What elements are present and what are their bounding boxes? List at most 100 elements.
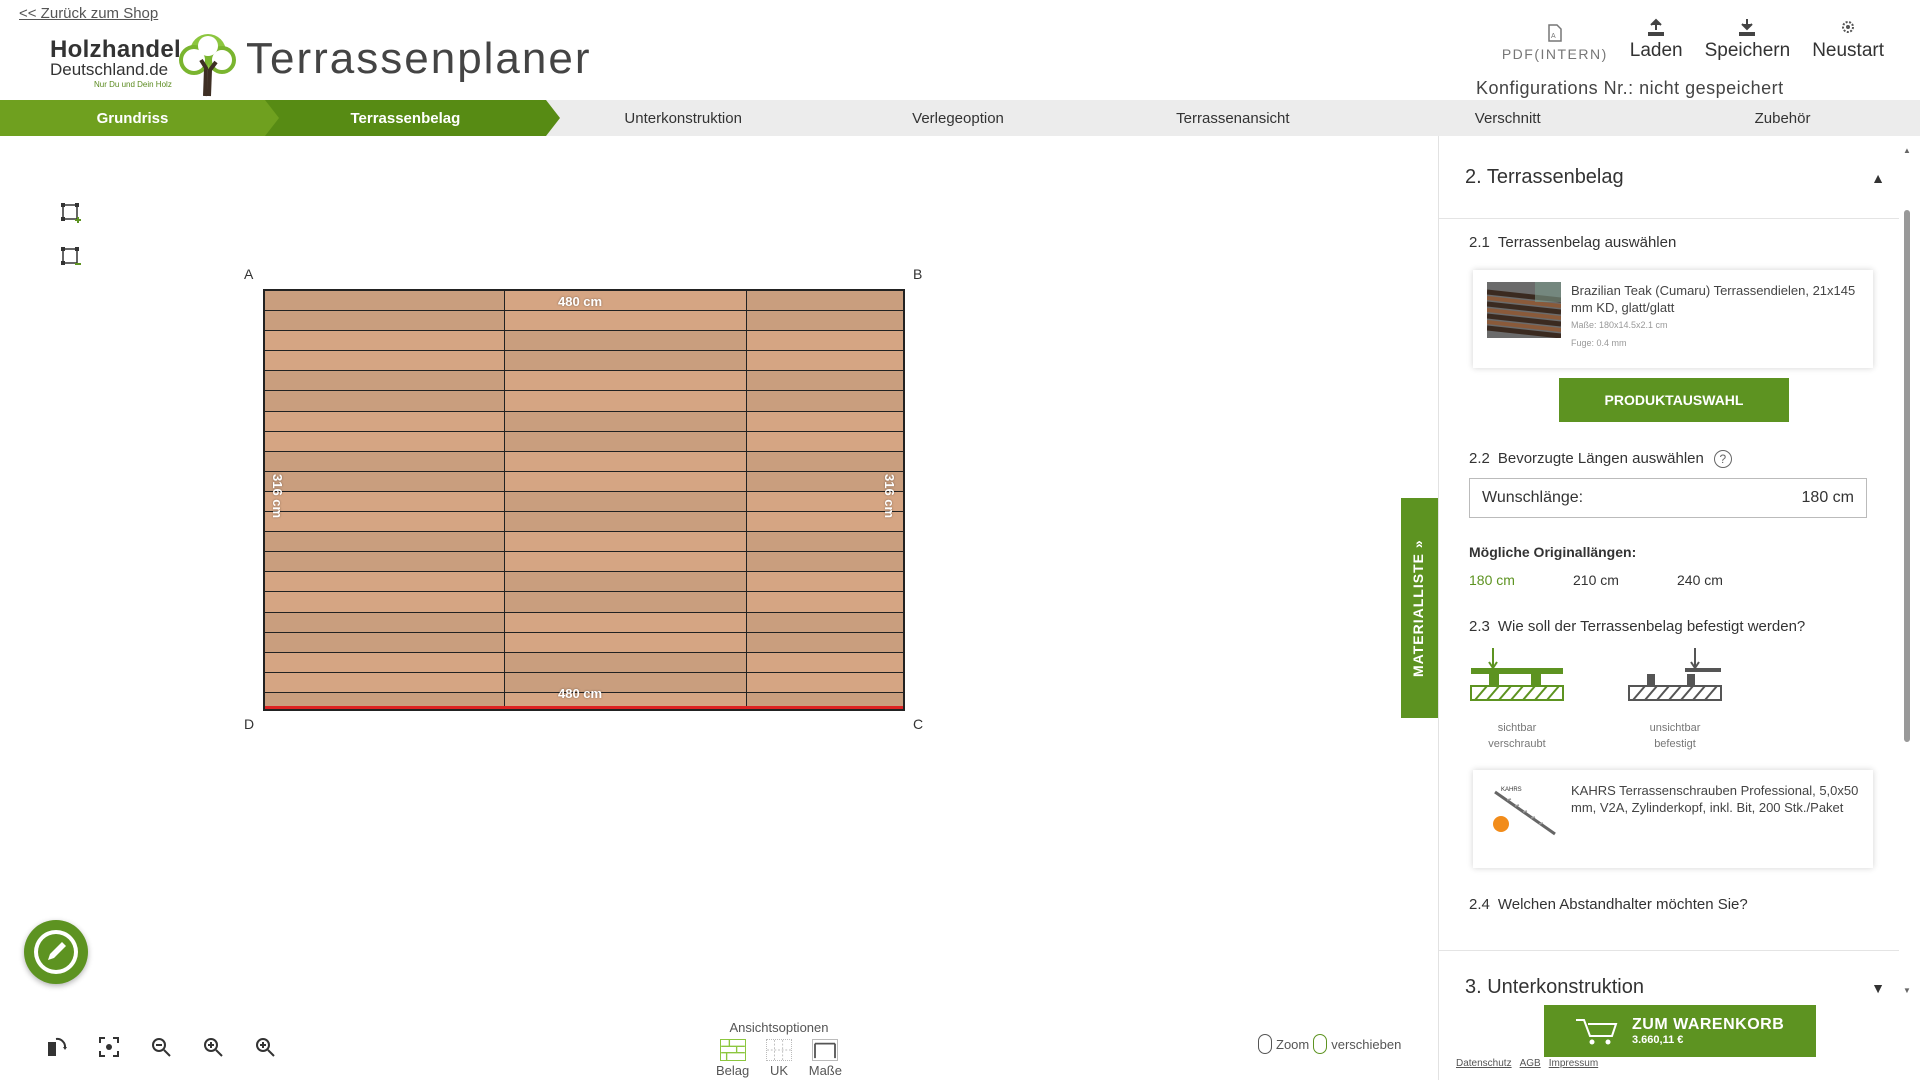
scrollbar-thumb[interactable] [1904,210,1910,742]
fixing-options: sichtbar verschraubt unsichtbar befestigt [1469,646,1723,752]
agb-link[interactable]: AGB [1520,1058,1541,1069]
imprint-link[interactable]: Impressum [1549,1058,1598,1069]
to-cart-button[interactable]: ZUM WARENKORB 3.660,11 € [1544,1005,1816,1057]
step-verlegeoption[interactable]: Verlegeoption [821,100,1096,136]
rotate-icon[interactable] [46,1036,68,1058]
panel-scrollbar[interactable]: ▲ ▼ [1902,146,1912,995]
planner-canvas[interactable]: A B C D 480 cm 480 cm 316 cm 316 cm MATE… [0,136,1439,1080]
fixing-hidden-l1: unsichtbar [1649,722,1701,734]
plank [265,371,505,391]
plank [505,572,747,592]
length-option-210[interactable]: 210 cm [1573,572,1641,588]
plank [505,391,747,411]
plank [505,491,747,512]
pdf-intern-button[interactable]: A PDF(INTERN) [1502,24,1608,62]
plank [265,612,505,632]
product-selection-button[interactable]: PRODUKTAUSWAHL [1559,378,1789,422]
step-grundriss[interactable]: Grundriss [0,100,279,136]
plank [265,632,505,652]
desired-length-label: Wunschlänge: [1482,489,1584,506]
view-option-uk[interactable]: UK [766,1039,792,1078]
logo: Holzhandel Deutschland.de Nur Du und Dei… [48,30,238,100]
plank [265,592,505,612]
section-3-title: 3. Unterkonstruktion [1465,976,1644,998]
visible-screw-icon [1470,648,1564,701]
scroll-up-icon[interactable]: ▲ [1902,146,1912,155]
desired-length-field[interactable]: Wunschlänge: 180 cm [1469,478,1867,518]
plank [505,552,747,572]
plank [505,431,747,451]
zoom-out-icon[interactable] [150,1036,172,1058]
chevron-down-icon: ▼ [1871,979,1885,996]
fixing-option-visible[interactable]: sichtbar verschraubt [1469,646,1565,752]
step-navigation: Grundriss Terrassenbelag Unterkonstrukti… [0,100,1920,136]
privacy-link[interactable]: Datenschutz [1456,1058,1512,1069]
fit-view-icon[interactable] [98,1036,120,1058]
fixing-option-hidden[interactable]: unsichtbar befestigt [1627,646,1723,752]
section-3-header[interactable]: 3. Unterkonstruktion ▼ [1465,976,1885,999]
save-label: Speichern [1704,40,1791,61]
plank-row [265,612,903,633]
step-unterkonstruktion[interactable]: Unterkonstruktion [546,100,821,136]
pencil-icon [34,930,78,974]
section-2-title: 2. Terrassenbelag [1465,166,1624,188]
remove-corner-icon[interactable] [60,246,82,268]
plank [265,411,505,431]
mouse-hint-zoom: Zoom [1276,1036,1310,1052]
height-label-left: 316 cm [270,474,285,519]
restart-button[interactable]: Neustart [1812,18,1884,62]
plank [505,632,747,652]
step-terrassenbelag[interactable]: Terrassenbelag [264,100,560,136]
back-to-shop-link[interactable]: << Zurück zum Shop [19,5,158,22]
screw-product-card[interactable]: KAHRS KAHRS Terrassenschrauben Professio… [1473,770,1873,868]
plank-row [265,572,903,593]
length-option-180[interactable]: 180 cm [1469,572,1537,588]
step-terrassenansicht[interactable]: Terrassenansicht [1095,100,1370,136]
step-2-3-label: Wie soll der Terrassenbelag befestigt we… [1497,618,1806,635]
config-panel: ▲ ▼ 2. Terrassenbelag ▲ 2.1 Terrassenbela… [1438,136,1920,1080]
product-thumbnail [1487,282,1561,338]
plank-row [265,391,903,412]
selected-product-card[interactable]: Brazilian Teak (Cumaru) Terrassendielen,… [1473,270,1873,368]
logo-line2: Deutschland.de [50,60,169,79]
logo-tagline: Nur Du und Dein Holz [94,80,172,89]
length-option-240[interactable]: 240 cm [1677,572,1745,588]
load-button[interactable]: Laden [1630,18,1683,62]
scroll-down-icon[interactable]: ▼ [1902,986,1912,995]
section-2-header[interactable]: 2. Terrassenbelag ▲ [1465,166,1885,189]
plank [505,451,747,471]
save-button[interactable]: Speichern [1704,18,1791,62]
plank [265,431,505,451]
plank-row [265,491,903,513]
step-2-4-label: Welchen Abstandhalter möchten Sie? [1497,896,1748,913]
plank [747,371,903,391]
deck-plan[interactable] [263,289,905,711]
view-option-belag[interactable]: Belag [716,1039,749,1078]
zoom-in-icon[interactable] [202,1036,224,1058]
app-title: Terrassenplaner [246,34,592,83]
product-dimensions: Maße: 180x14.5x2.1 cm [1571,320,1668,330]
step-2-1-heading: 2.1 Terrassenbelag auswählen [1469,234,1676,251]
desired-length-value: 180 cm [1801,489,1854,506]
plank-row [265,311,903,332]
plank [265,471,505,491]
plank-row [265,532,903,553]
plank [265,652,505,672]
svg-text:A: A [1551,33,1556,40]
plank [747,652,903,672]
step-2-1-number: 2.1 [1469,234,1490,251]
add-corner-icon[interactable] [60,202,82,224]
help-icon[interactable]: ? [1713,450,1732,469]
step-zubehoer[interactable]: Zubehör [1645,100,1920,136]
mouse-hint-move: verschieben [1331,1036,1402,1052]
plank [505,672,747,692]
view-option-masse[interactable]: Maße [809,1039,842,1078]
plank [265,351,505,371]
plank [747,291,903,311]
plank-row [265,471,903,492]
edit-fab-button[interactable] [24,920,88,984]
plank [265,532,505,552]
zoom-reset-icon[interactable] [254,1036,276,1058]
materialliste-tab[interactable]: MATERIALLISTE » [1401,498,1439,718]
step-verschnitt[interactable]: Verschnitt [1370,100,1645,136]
